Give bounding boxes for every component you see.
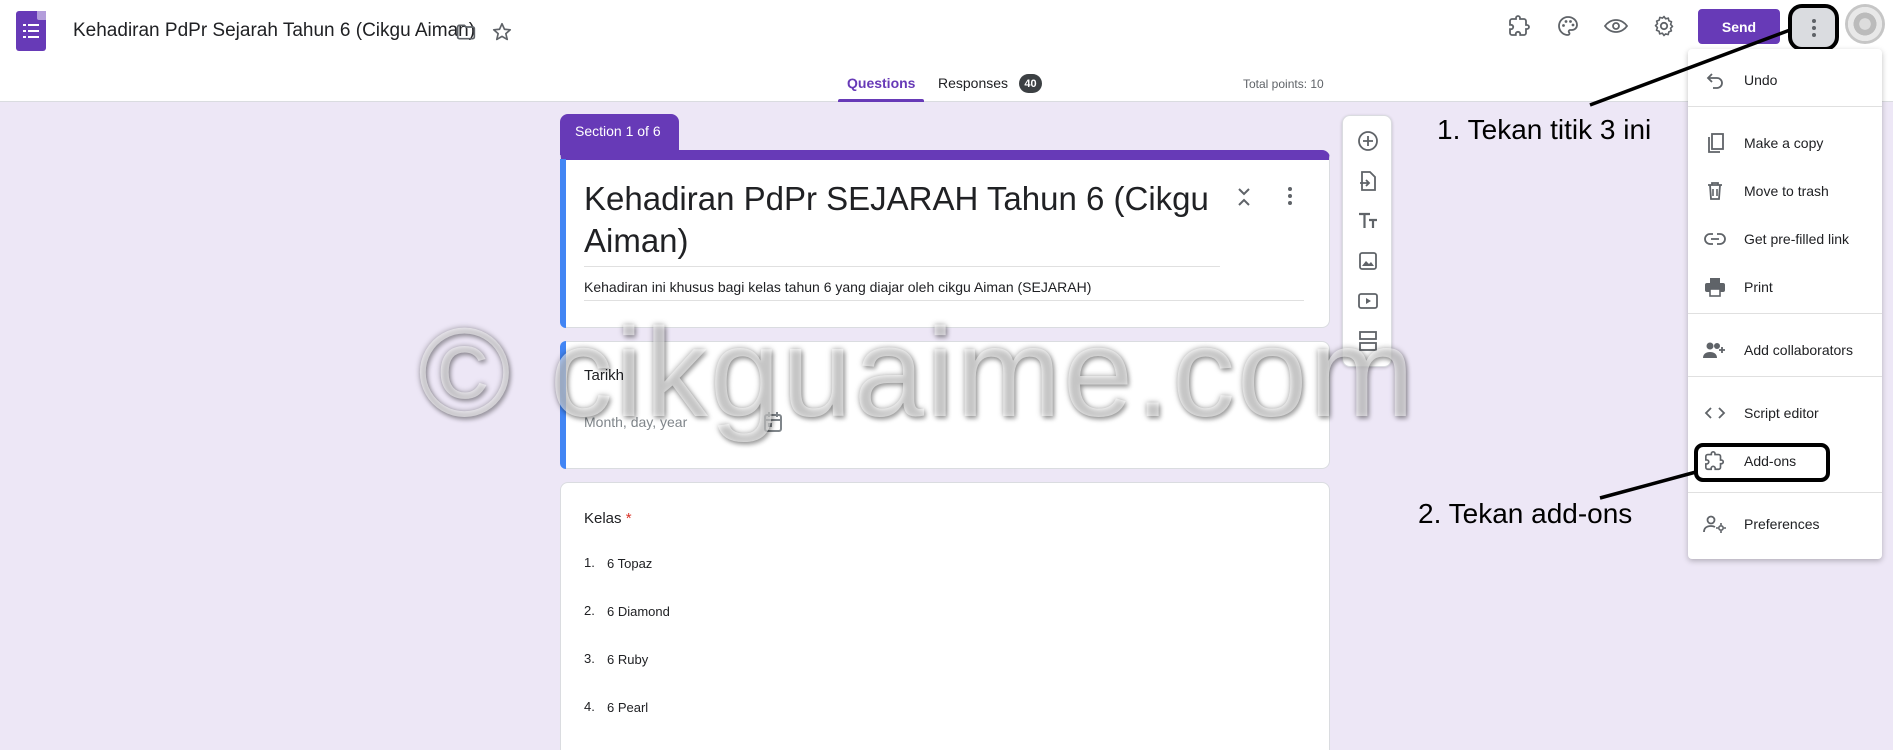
active-tab-indicator	[838, 99, 924, 102]
watermark: © cikguaime.com	[418, 302, 1417, 443]
add-title-icon[interactable]	[1354, 207, 1382, 235]
folder-icon[interactable]	[452, 18, 480, 46]
form-description-input[interactable]: Kehadiran ini khusus bagi kelas tahun 6 …	[584, 279, 1091, 295]
user-avatar[interactable]	[1845, 4, 1885, 44]
section-label: Section 1 of 6	[560, 114, 679, 155]
title-underline	[584, 266, 1220, 267]
option-number: 1.	[584, 555, 595, 570]
forms-app-icon[interactable]	[16, 11, 46, 51]
section-more-icon[interactable]	[1287, 186, 1293, 211]
star-icon[interactable]	[488, 18, 516, 46]
add-question-icon[interactable]	[1354, 127, 1382, 155]
option-number: 2.	[584, 603, 595, 618]
option-number: 4.	[584, 699, 595, 714]
import-questions-icon[interactable]	[1354, 167, 1382, 195]
annotation-arrows	[1589, 28, 1791, 500]
form-name[interactable]: Kehadiran PdPr Sejarah Tahun 6 (Cikgu Ai…	[73, 20, 475, 42]
tab-questions[interactable]: Questions	[847, 75, 915, 91]
required-asterisk: *	[625, 510, 632, 527]
add-image-icon[interactable]	[1354, 247, 1382, 275]
more-vert-icon	[1811, 18, 1816, 37]
menu-item-preferences[interactable]: Preferences	[1688, 504, 1882, 544]
tab-responses[interactable]: Responses	[938, 75, 1008, 91]
preferences-icon	[1702, 511, 1728, 537]
question-title: Kelas *	[584, 510, 632, 527]
option-label: 6 Pearl	[607, 700, 649, 715]
option-number: 3.	[584, 651, 595, 666]
option-label: 6 Diamond	[607, 604, 670, 619]
form-title-input[interactable]: Kehadiran PdPr SEJARAH Tahun 6 (Cikgu Ai…	[584, 178, 1224, 262]
total-points: Total points: 10	[1243, 77, 1324, 91]
responses-count-badge: 40	[1019, 74, 1042, 93]
question-card-class[interactable]	[560, 482, 1330, 750]
collapse-section-icon[interactable]	[1234, 186, 1254, 213]
annotation-step-1: 1. Tekan titik 3 ini	[1437, 114, 1652, 145]
option-label: 6 Topaz	[607, 556, 653, 571]
option-label: 6 Ruby	[607, 652, 649, 667]
annotation-step-2: 2. Tekan add-ons	[1418, 498, 1633, 529]
